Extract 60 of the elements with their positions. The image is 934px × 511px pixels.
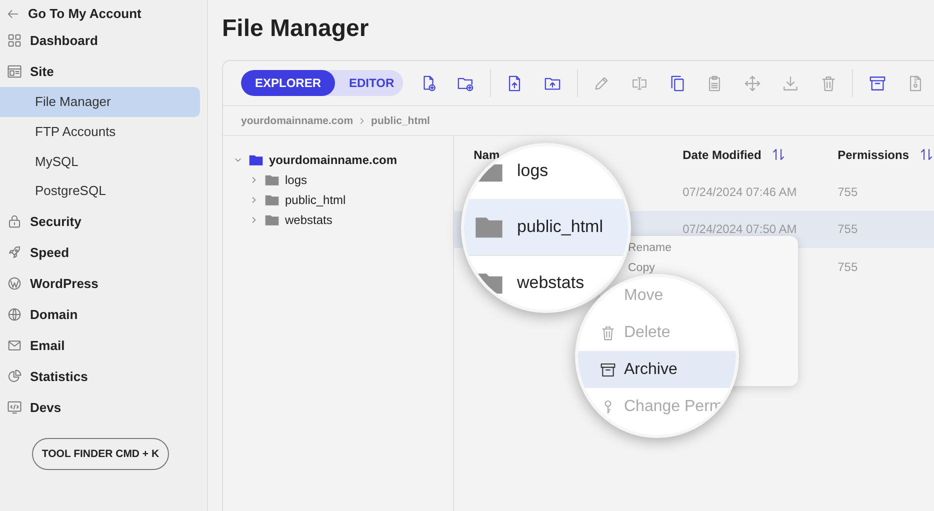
back-link-label: Go To My Account	[28, 6, 142, 21]
sidebar-item[interactable]: File Manager	[0, 87, 200, 117]
table-cell-text: 07/24/2024 07:50 AM	[682, 222, 798, 236]
back-link[interactable]: Go To My Account	[0, 0, 207, 25]
sidebar-label: WordPress	[30, 276, 98, 291]
code-icon	[7, 400, 22, 415]
sidebar-section[interactable]: Domain	[0, 298, 200, 330]
file-row[interactable]: public_html	[464, 199, 628, 256]
sidebar-item[interactable]: FTP Accounts	[0, 116, 200, 146]
sidebar-section[interactable]: Dashboard	[0, 25, 200, 56]
site-window-icon	[7, 64, 22, 79]
menu-label: Archive	[624, 360, 678, 378]
sidebar-section[interactable]: Speed	[0, 236, 200, 268]
copy-icon[interactable]	[668, 74, 686, 92]
column-header[interactable]: Date Modified	[682, 148, 762, 162]
envelope-icon	[7, 338, 22, 353]
sidebar-label: Site	[30, 64, 54, 79]
tree-item[interactable]: yourdomainname.com	[269, 153, 398, 167]
archive-icon[interactable]	[868, 74, 886, 92]
table-cell-text: 07/24/2024 07:46 AM	[682, 184, 798, 199]
sidebar-section[interactable]: Devs	[0, 392, 200, 423]
sidebar-item[interactable]: MySQL	[0, 146, 200, 176]
sidebar-label: Security	[30, 214, 82, 229]
menu-label: Delete	[624, 324, 670, 342]
sidebar-section[interactable]: Security	[0, 206, 200, 237]
sidebar-section[interactable]: WordPress	[0, 268, 200, 299]
sidebar-label: Devs	[30, 400, 62, 415]
sidebar-label: Statistics	[30, 368, 88, 384]
sidebar-section[interactable]: Email	[0, 330, 200, 361]
sidebar-section[interactable]: Statistics	[0, 360, 200, 392]
sidebar-label: Domain	[30, 306, 78, 322]
column-header[interactable]: Permissions	[838, 148, 909, 162]
page-title: File Manager	[222, 14, 370, 44]
sidebar-item[interactable]: PostgreSQL	[0, 176, 200, 206]
sort-icon[interactable]	[919, 147, 934, 162]
archive-icon	[600, 362, 616, 378]
wordpress-icon	[7, 276, 22, 291]
menu-item[interactable]: Archive	[578, 351, 736, 388]
globe-icon	[7, 306, 22, 322]
pie-chart-icon	[7, 368, 22, 384]
sidebar-section[interactable]: Site	[0, 56, 200, 87]
tree-item[interactable]: public_html	[285, 193, 346, 207]
trash-icon	[600, 324, 616, 340]
grid-icon	[7, 33, 22, 48]
lock-icon	[7, 214, 22, 229]
sort-icon[interactable]	[771, 147, 786, 162]
file-name: public_html	[517, 217, 603, 237]
table-cell-text: 755	[838, 184, 859, 199]
column-header[interactable]: Nam	[474, 148, 500, 162]
sidebar-label: Email	[30, 338, 65, 353]
sidebar-label: Dashboard	[30, 33, 98, 48]
tool-finder-button[interactable]: TOOL FINDER CMD + K	[32, 438, 169, 470]
tab[interactable]: EXPLORER	[241, 70, 336, 96]
tree-item[interactable]: webstats	[285, 213, 332, 227]
file-name: logs	[517, 161, 548, 181]
tree-item[interactable]: logs	[285, 173, 308, 187]
file-name: webstats	[517, 273, 584, 293]
sidebar-label: Speed	[30, 244, 70, 260]
rocket-icon	[7, 244, 22, 260]
table-cell-text: 755	[838, 222, 859, 236]
